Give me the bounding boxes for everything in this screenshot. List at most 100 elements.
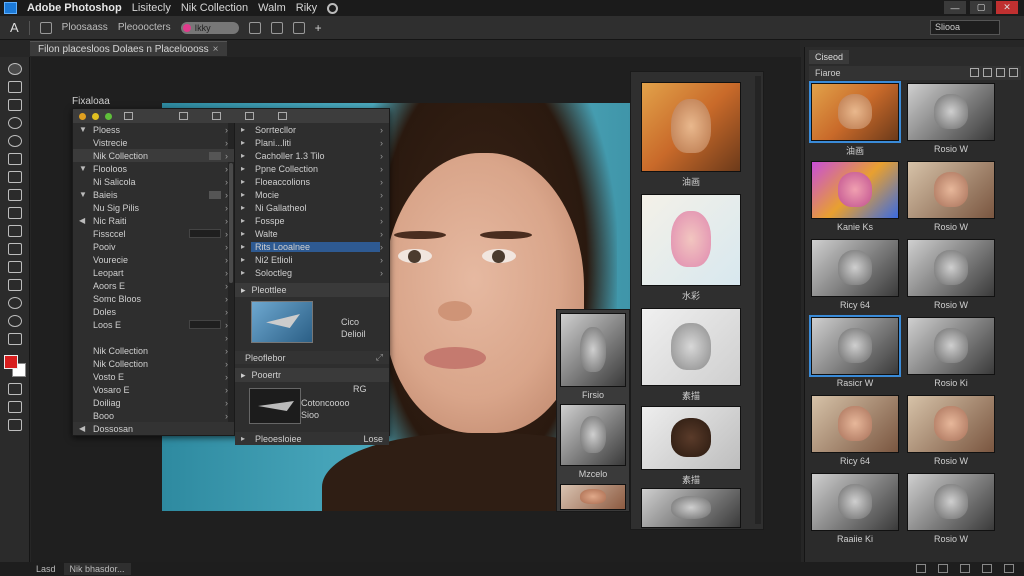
status-icon[interactable] xyxy=(938,564,948,573)
nik-filter-item[interactable]: Leopart › xyxy=(73,266,234,279)
brush-tool-icon[interactable] xyxy=(7,207,22,219)
nik-filter-item[interactable]: Loos E › xyxy=(73,318,234,331)
nik-filter-item[interactable]: ▼ Ploess › xyxy=(73,123,234,136)
submenu-item[interactable]: ▸ Mocie › xyxy=(235,188,389,201)
artboard-tool-icon[interactable] xyxy=(7,81,22,93)
search-input[interactable]: Sliooa xyxy=(930,20,1000,35)
folder-icon[interactable] xyxy=(996,68,1005,77)
collapse-icon[interactable]: ◀ xyxy=(79,424,89,433)
scrollbar[interactable] xyxy=(755,76,761,524)
value-field[interactable] xyxy=(189,229,221,238)
lock-icon[interactable] xyxy=(270,21,283,34)
style-thumbnail[interactable] xyxy=(809,315,901,377)
style-thumbnail[interactable] xyxy=(809,81,901,143)
submenu-item[interactable]: ▸ Ppne Collection › xyxy=(235,162,389,175)
nik-filter-item[interactable]: Doiliag › xyxy=(73,396,234,409)
panel-icon[interactable] xyxy=(179,112,188,120)
blur-tool-icon[interactable] xyxy=(7,297,22,309)
preset-icon[interactable] xyxy=(39,21,52,34)
panel-icon[interactable] xyxy=(278,112,287,120)
style-thumbnail[interactable] xyxy=(907,473,995,531)
screen-mode-icon[interactable] xyxy=(7,401,22,413)
submenu-item[interactable]: ▸ Cacholler 1.3 Tilo › xyxy=(235,149,389,162)
nik-filter-item[interactable]: Vosaro E › xyxy=(73,383,234,396)
quick-mask-icon[interactable] xyxy=(7,383,22,395)
move-tool-icon[interactable] xyxy=(7,63,22,75)
nik-filter-item[interactable]: Doles › xyxy=(73,305,234,318)
nik-filter-item[interactable]: Pooiv › xyxy=(73,240,234,253)
nik-filter-item[interactable]: Aoors E › xyxy=(73,279,234,292)
nik-filter-item[interactable]: Nu Sig Pilis › xyxy=(73,201,234,214)
status-icon[interactable] xyxy=(916,564,926,573)
close-button[interactable]: ✕ xyxy=(996,1,1018,14)
nik-filter-item[interactable]: ◀ Nic Raiti › xyxy=(73,214,234,227)
close-icon[interactable]: × xyxy=(213,44,219,55)
status-icon[interactable] xyxy=(960,564,970,573)
panel-tab[interactable]: Ciseod xyxy=(809,50,850,64)
style-thumbnail[interactable] xyxy=(811,161,899,219)
grid-view-icon[interactable] xyxy=(983,68,992,77)
style-thumbnail[interactable] xyxy=(811,395,899,453)
delete-icon[interactable] xyxy=(1009,68,1018,77)
section-footer[interactable]: ▸ Pleoesloiee Lose xyxy=(235,432,389,445)
style-thumbnail[interactable] xyxy=(811,473,899,531)
nik-filter-item[interactable]: Somc Bloos › xyxy=(73,292,234,305)
style-thumbnail[interactable] xyxy=(560,404,626,466)
minimize-button[interactable]: — xyxy=(944,1,966,14)
marquee-tool-icon[interactable] xyxy=(7,99,22,111)
quick-select-tool-icon[interactable] xyxy=(7,135,22,147)
submenu-item[interactable]: ▸ Floeaccolions › xyxy=(235,175,389,188)
eraser-tool-icon[interactable] xyxy=(7,261,22,273)
submenu-item[interactable]: ▸ Soloctleg › xyxy=(235,266,389,279)
brush-preview[interactable] xyxy=(251,301,313,343)
submenu-item[interactable]: ▸ Walte › xyxy=(235,227,389,240)
lasso-tool-icon[interactable] xyxy=(7,117,22,129)
nik-filter-item[interactable]: Ni Salicola › xyxy=(73,175,234,188)
panel-dot-icon[interactable] xyxy=(92,112,99,120)
submenu-item[interactable]: ▸ Ni2 Etlioli › xyxy=(235,253,389,266)
grid-icon[interactable] xyxy=(292,21,305,34)
options-label-1[interactable]: Ploosaass xyxy=(62,22,108,33)
link-icon[interactable] xyxy=(248,21,261,34)
section-header[interactable]: ▸ Pooertr xyxy=(235,368,389,382)
nik-filter-item[interactable]: Vosto E › xyxy=(73,370,234,383)
panel-icon[interactable] xyxy=(212,112,221,120)
menu-item-nik-collection[interactable]: Nik Collection xyxy=(181,2,248,14)
crop-tool-icon[interactable] xyxy=(7,153,22,165)
nik-left-footer[interactable]: ◀ Dossosan xyxy=(73,422,234,435)
submenu-item[interactable]: ▸ Rits Looalnee › xyxy=(235,240,389,253)
option-icon[interactable] xyxy=(209,190,221,199)
pen-tool-icon[interactable] xyxy=(7,333,22,345)
dodge-tool-icon[interactable] xyxy=(7,315,22,327)
healing-tool-icon[interactable] xyxy=(7,189,22,201)
style-thumbnail[interactable] xyxy=(641,82,741,172)
nik-filter-item[interactable]: Fissccel › xyxy=(73,227,234,240)
maximize-button[interactable]: ▢ xyxy=(970,1,992,14)
style-thumbnail[interactable] xyxy=(907,239,995,297)
nik-filter-item[interactable]: Booo › xyxy=(73,409,234,422)
nik-filter-item[interactable]: Vistrecie › xyxy=(73,136,234,149)
section-footer[interactable]: Pleoflebor ⤢ xyxy=(235,351,389,364)
style-thumbnail[interactable] xyxy=(811,239,899,297)
new-preset-icon[interactable] xyxy=(970,68,979,77)
value-field[interactable] xyxy=(189,320,221,329)
panel-dot-icon[interactable] xyxy=(79,112,86,120)
status-icon[interactable] xyxy=(1004,564,1014,573)
nik-filter-item[interactable]: › xyxy=(73,331,234,344)
nik-filter-item[interactable]: ▼ Baieis › xyxy=(73,188,234,201)
panel-dot-icon[interactable] xyxy=(105,112,112,120)
menu-item-4[interactable]: Riky xyxy=(296,2,317,14)
gear-icon[interactable] xyxy=(327,2,339,14)
style-thumbnail[interactable] xyxy=(907,161,995,219)
style-thumbnail[interactable] xyxy=(907,83,995,141)
footer-right-label[interactable]: Lose xyxy=(363,434,383,444)
style-thumbnail[interactable] xyxy=(907,395,995,453)
menu-item-1[interactable]: Lisitecly xyxy=(132,2,171,14)
move-tool-icon[interactable]: A xyxy=(10,20,19,35)
gradient-tool-icon[interactable] xyxy=(7,279,22,291)
option-icon[interactable] xyxy=(209,151,221,160)
color-swatches[interactable] xyxy=(3,355,26,377)
status-icon[interactable] xyxy=(982,564,992,573)
document-tab[interactable]: Filon placesloos Dolaes n Placeloooss × xyxy=(30,41,227,56)
stamp-tool-icon[interactable] xyxy=(7,225,22,237)
